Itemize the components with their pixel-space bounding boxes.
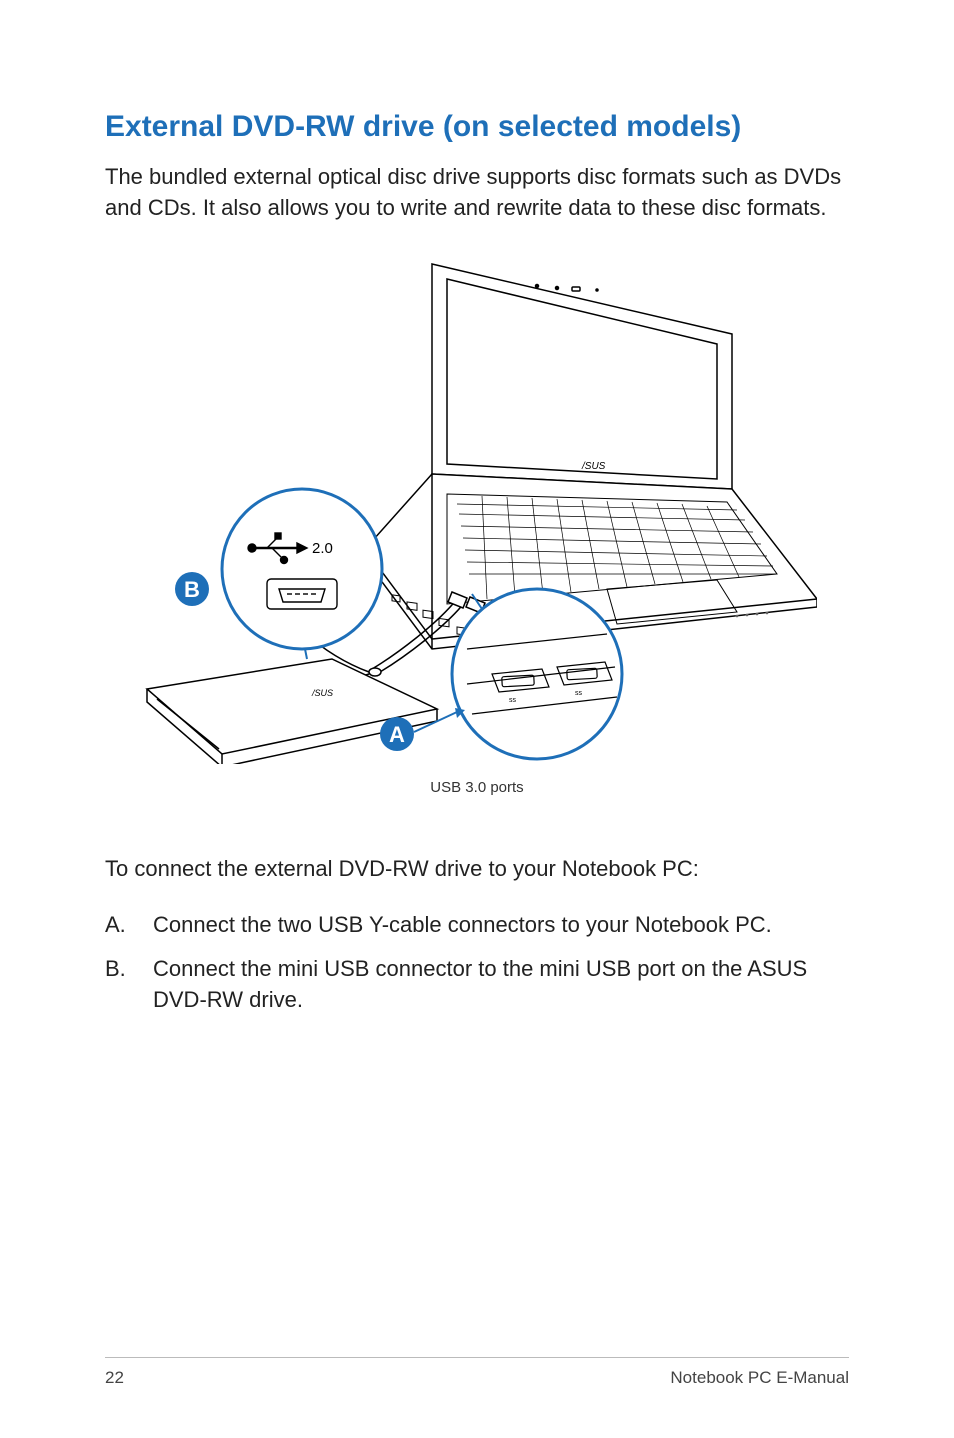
svg-text:A: A	[389, 722, 405, 747]
step-letter: B.	[105, 954, 153, 1016]
svg-text:B: B	[184, 577, 200, 602]
intro-paragraph: The bundled external optical disc drive …	[105, 162, 849, 224]
step-text: Connect the mini USB connector to the mi…	[153, 954, 849, 1016]
step-letter: A.	[105, 910, 153, 941]
page-footer: 22 Notebook PC E-Manual	[105, 1357, 849, 1388]
callout-a: ss ss A	[380, 589, 622, 759]
svg-text:2.0: 2.0	[312, 540, 333, 557]
svg-text:ss: ss	[509, 697, 517, 704]
section-heading: External DVD-RW drive (on selected model…	[105, 110, 849, 144]
connect-instructions-title: To connect the external DVD-RW drive to …	[105, 856, 849, 882]
steps-list: A. Connect the two USB Y-cable connector…	[105, 910, 849, 1016]
step-a: A. Connect the two USB Y-cable connector…	[105, 910, 849, 941]
svg-text:/SUS: /SUS	[311, 688, 333, 698]
diagram-container: /SUS	[105, 254, 849, 764]
svg-text:ss: ss	[575, 690, 583, 697]
page-number: 22	[105, 1368, 124, 1388]
callout-b: 2.0 B	[175, 489, 382, 659]
svg-text:/SUS: /SUS	[581, 461, 606, 472]
step-b: B. Connect the mini USB connector to the…	[105, 954, 849, 1016]
footer-title: Notebook PC E-Manual	[670, 1368, 849, 1388]
connection-diagram: /SUS	[137, 254, 817, 764]
step-text: Connect the two USB Y-cable connectors t…	[153, 910, 772, 941]
diagram-caption: USB 3.0 ports	[105, 779, 849, 796]
